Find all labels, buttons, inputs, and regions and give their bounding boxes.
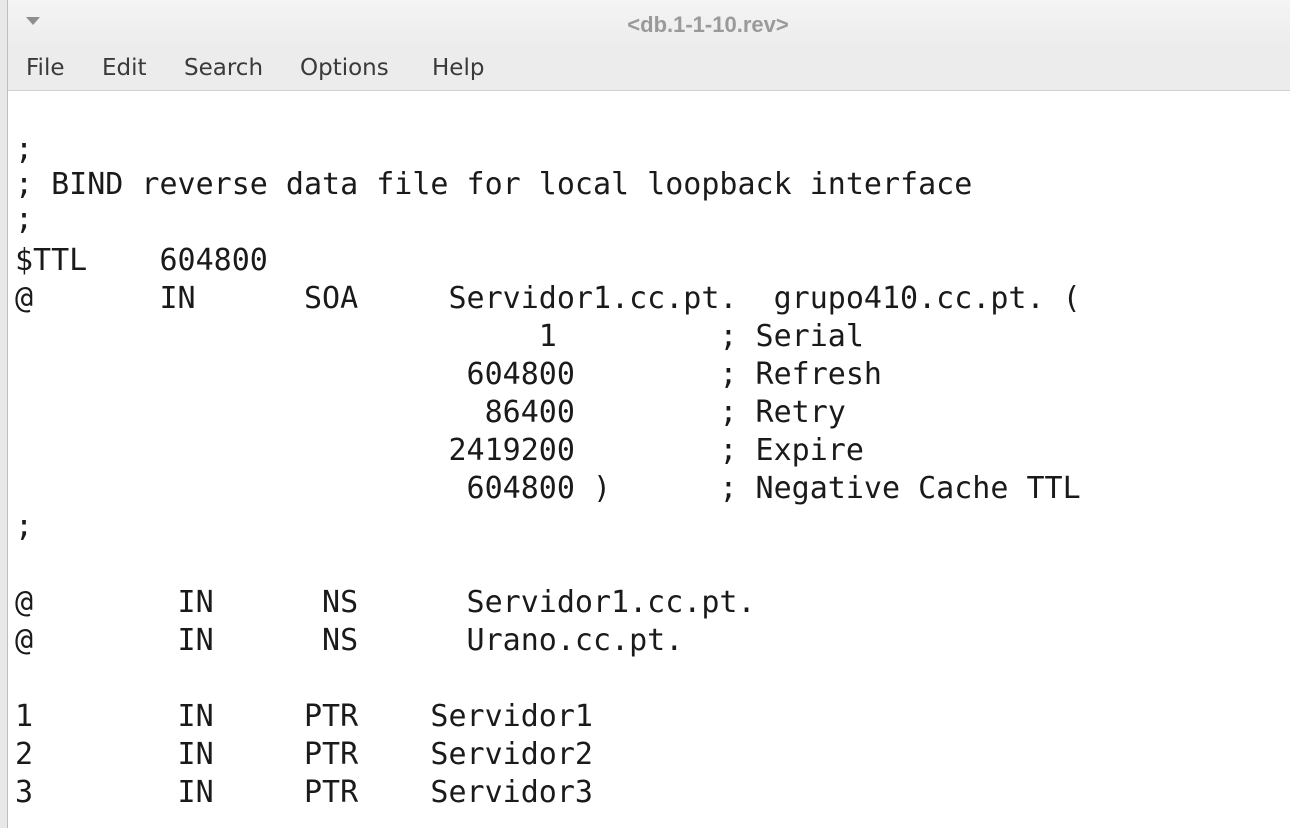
window-title: <db.1-1-10.rev> [627,12,789,37]
code-line: ; [15,509,34,544]
code-line: 1 IN PTR Servidor1 [15,699,593,734]
title-bar: <db.1-1-10.rev> [8,0,1290,48]
text-editor-window: <db.1-1-10.rev> File Edit Search Options… [8,0,1290,828]
menu-file[interactable]: File [26,54,65,82]
code-line: $TTL 604800 [15,243,268,278]
code-line: 2 IN PTR Servidor2 [15,737,593,772]
code-line: @ IN NS Servidor1.cc.pt. [15,585,756,620]
menu-help[interactable]: Help [432,54,484,82]
code-line: 604800 ; Refresh [15,357,882,392]
code-line: 604800 ) ; Negative Cache TTL [15,471,1081,506]
code-line: ; [15,202,34,237]
menu-bar: File Edit Search Options Help [8,48,1290,91]
menu-edit[interactable]: Edit [102,54,147,82]
code-line: 2419200 ; Expire [15,433,864,468]
code-line: 86400 ; Retry [15,395,846,430]
background-window-edge [0,0,8,828]
code-line: ; [15,132,34,167]
menu-options[interactable]: Options [300,54,389,82]
code-line: ; BIND reverse data file for local loopb… [15,167,973,202]
text-editing-area[interactable]: ; ; BIND reverse data file for local loo… [8,91,1290,828]
code-line: @ IN SOA Servidor1.cc.pt. grupo410.cc.pt… [15,281,1081,316]
code-line: 1 ; Serial [15,319,864,354]
menu-search[interactable]: Search [184,54,263,82]
code-line: 3 IN PTR Servidor3 [15,775,593,810]
code-line: @ IN NS Urano.cc.pt. [15,623,684,658]
